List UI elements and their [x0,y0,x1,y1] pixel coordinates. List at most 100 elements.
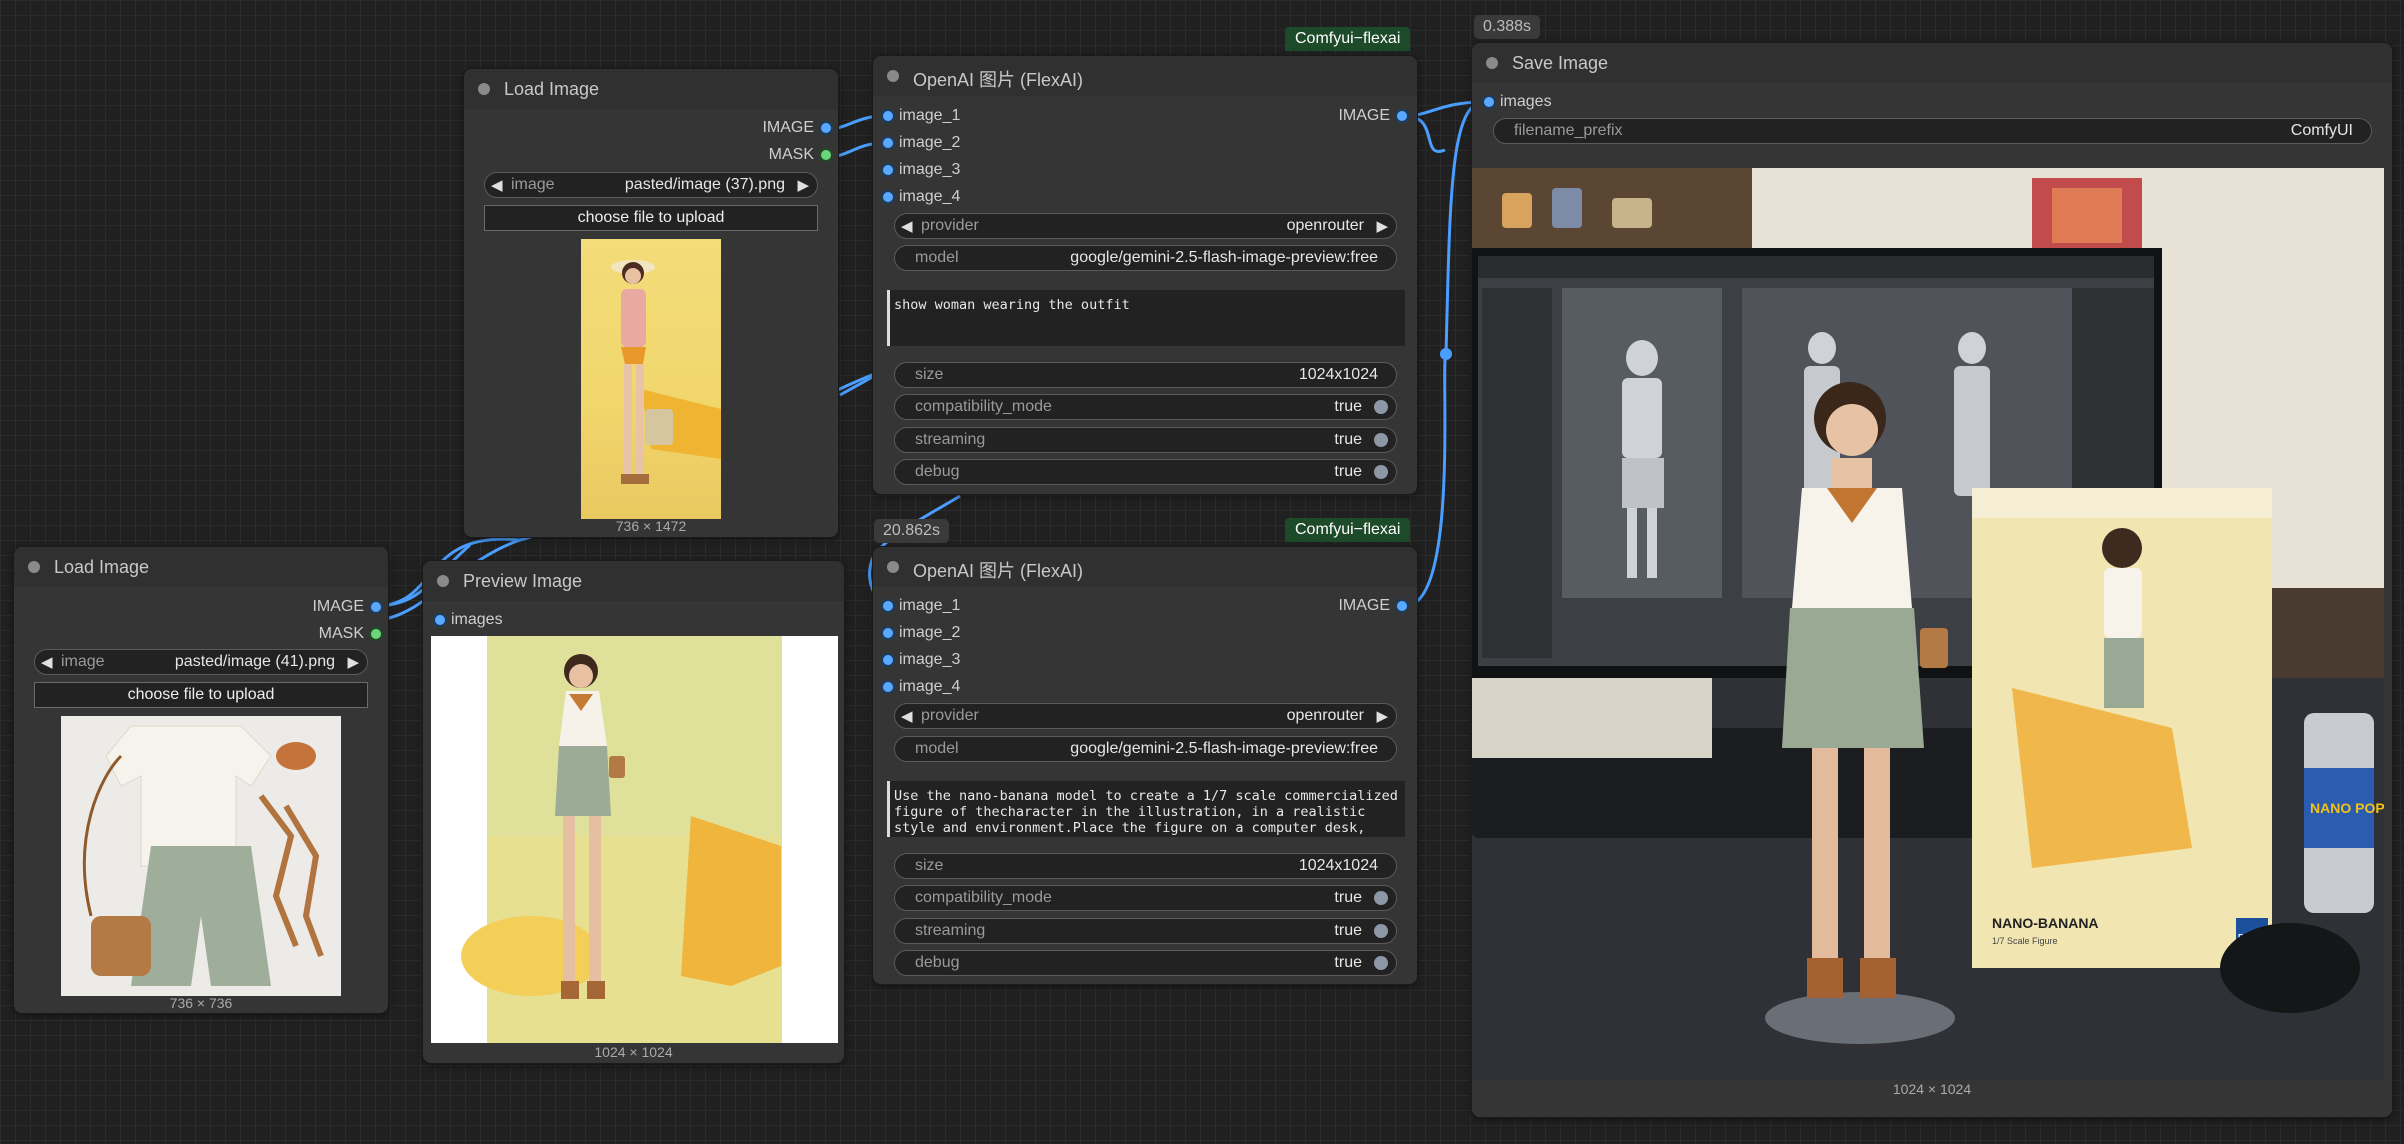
openai-image-node-1[interactable]: OpenAI 图片 (FlexAI) image_1 image_2 image… [873,56,1417,494]
prompt-textarea[interactable]: Use the nano-banana model to create a 1/… [887,781,1405,837]
preview-image-node[interactable]: Preview Image images 1024 × 1024 [423,561,844,1063]
save-image-node[interactable]: Save Image images filename_prefix ComfyU… [1472,43,2392,1117]
node-header[interactable]: OpenAI 图片 (FlexAI) [873,56,1417,96]
arrow-left-icon[interactable]: ◀ [41,653,53,671]
input-image-4[interactable]: image_4 [883,186,960,208]
load-image-node-2[interactable]: Load Image IMAGE MASK ◀ image pasted/ima… [14,547,388,1013]
node-header[interactable]: Save Image [1472,43,2392,83]
collapse-dot[interactable] [887,70,899,82]
input-image-3[interactable]: image_3 [883,649,961,671]
input-label: image_3 [899,651,961,668]
input-image-3[interactable]: image_3 [883,159,960,181]
widget-value: true [1334,398,1362,415]
image-selector[interactable]: ◀ image pasted/image (41).png ▶ [34,649,368,675]
toggle-knob[interactable] [1374,891,1388,905]
output-dot[interactable] [821,123,831,133]
input-dot[interactable] [883,655,893,665]
node-header[interactable]: OpenAI 图片 (FlexAI) [873,547,1417,587]
arrow-right-icon[interactable]: ▶ [797,176,809,194]
debug-toggle[interactable]: debug true [894,950,1397,976]
output-image[interactable]: IMAGE [762,117,831,139]
input-image-1[interactable]: image_1 [883,595,961,617]
size-field[interactable]: size 1024x1024 [894,362,1397,388]
model-field[interactable]: model google/gemini-2.5-flash-image-prev… [894,245,1397,271]
arrow-right-icon[interactable]: ▶ [1376,217,1388,235]
input-dot[interactable] [883,192,893,202]
input-image-1[interactable]: image_1 [883,105,960,127]
input-dot[interactable] [1484,97,1494,107]
input-label: image_1 [899,597,961,614]
output-dot[interactable] [1397,111,1407,121]
toggle-knob[interactable] [1374,956,1388,970]
upload-button[interactable]: choose file to upload [484,205,818,231]
input-images[interactable]: images [435,609,503,631]
output-mask[interactable]: MASK [769,144,831,166]
toggle-knob[interactable] [1374,465,1388,479]
widget-value: pasted/image (41).png [174,653,335,670]
debug-toggle[interactable]: debug true [894,459,1397,485]
input-dot[interactable] [883,138,893,148]
input-images[interactable]: images [1484,91,1552,113]
image-dimensions: 736 × 736 [169,995,233,1011]
input-dot[interactable] [883,165,893,175]
node-title: Save Image [1512,53,1609,73]
input-dot[interactable] [883,601,893,611]
collapse-dot[interactable] [437,575,449,587]
collapse-dot[interactable] [887,561,899,573]
collapse-dot[interactable] [28,561,40,573]
node-header[interactable]: Load Image [464,69,838,109]
output-mask[interactable]: MASK [319,623,381,645]
load-image-node-1[interactable]: Load Image IMAGE MASK ◀ image pasted/ima… [464,69,838,537]
compatibility-mode-toggle[interactable]: compatibility_mode true [894,885,1397,911]
output-image[interactable]: IMAGE [1338,105,1407,127]
output-dot[interactable] [1397,601,1407,611]
input-dot[interactable] [435,615,445,625]
node-header[interactable]: Preview Image [423,561,844,601]
size-field[interactable]: size 1024x1024 [894,853,1397,879]
input-dot[interactable] [883,111,893,121]
arrow-left-icon[interactable]: ◀ [901,707,913,725]
image-dimensions: 736 × 1472 [615,518,687,534]
prompt-textarea[interactable]: show woman wearing the outfit [887,290,1405,346]
model-field[interactable]: model google/gemini-2.5-flash-image-prev… [894,736,1397,762]
input-dot[interactable] [883,682,893,692]
provider-selector[interactable]: ◀ provider openrouter ▶ [894,703,1397,729]
collapse-dot[interactable] [478,83,490,95]
output-dot[interactable] [371,629,381,639]
openai-image-node-2[interactable]: OpenAI 图片 (FlexAI) image_1 image_2 image… [873,547,1417,984]
input-image-2[interactable]: image_2 [883,622,960,644]
streaming-toggle[interactable]: streaming true [894,427,1397,453]
input-image-4[interactable]: image_4 [883,676,961,698]
arrow-left-icon[interactable]: ◀ [491,176,503,194]
arrow-right-icon[interactable]: ▶ [347,653,359,671]
image-selector[interactable]: ◀ image pasted/image (37).png ▶ [484,172,818,198]
output-dot[interactable] [821,150,831,160]
input-image-2[interactable]: image_2 [883,132,960,154]
input-dot[interactable] [883,628,893,638]
arrow-left-icon[interactable]: ◀ [901,217,913,235]
widget-value: openrouter [1286,217,1364,234]
widget-label: image [61,653,105,670]
streaming-toggle[interactable]: streaming true [894,918,1397,944]
widget-value: true [1334,431,1362,448]
upload-button[interactable]: choose file to upload [34,682,368,708]
toggle-knob[interactable] [1374,924,1388,938]
widget-label: model [915,740,959,757]
widget-value: ComfyUI [2290,122,2353,139]
toggle-knob[interactable] [1374,400,1388,414]
collapse-dot[interactable] [1486,57,1498,69]
node-header[interactable]: Load Image [14,547,388,587]
toggle-knob[interactable] [1374,433,1388,447]
node-source-badge: Comfyui−flexai [1285,27,1411,51]
output-image[interactable]: IMAGE [1338,595,1407,617]
input-label: image_4 [899,678,961,695]
output-label: IMAGE [1338,597,1390,614]
output-image[interactable]: IMAGE [312,596,381,618]
widget-value: true [1334,463,1362,480]
arrow-right-icon[interactable]: ▶ [1376,707,1388,725]
output-dot[interactable] [371,602,381,612]
provider-selector[interactable]: ◀ provider openrouter ▶ [894,213,1397,239]
widget-label: provider [921,217,979,234]
compatibility-mode-toggle[interactable]: compatibility_mode true [894,394,1397,420]
filename-prefix-field[interactable]: filename_prefix ComfyUI [1493,118,2372,144]
